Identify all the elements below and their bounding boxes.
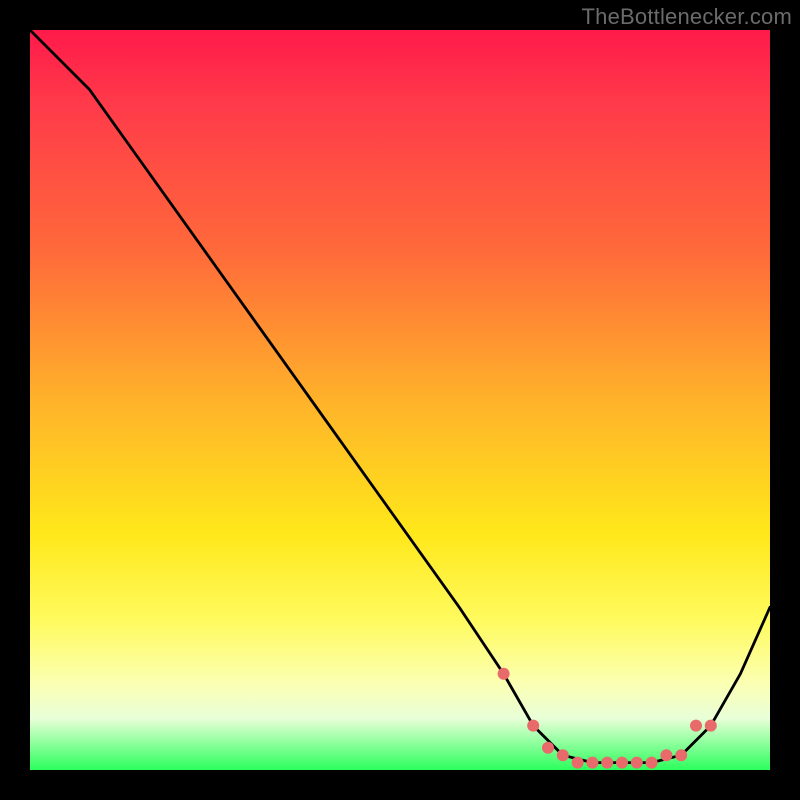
marker-dot xyxy=(601,757,613,769)
marker-dot xyxy=(675,749,687,761)
marker-dot xyxy=(527,720,539,732)
marker-dot xyxy=(616,757,628,769)
marker-dot xyxy=(557,749,569,761)
marker-dot xyxy=(705,720,717,732)
marker-dot xyxy=(660,749,672,761)
chart-stage: TheBottlenecker.com xyxy=(0,0,800,800)
marker-dot xyxy=(646,757,658,769)
plot-area xyxy=(30,30,770,770)
marker-dot xyxy=(586,757,598,769)
chart-svg xyxy=(30,30,770,770)
marker-dot xyxy=(631,757,643,769)
watermark-text: TheBottlenecker.com xyxy=(582,4,792,30)
marker-dot xyxy=(498,668,510,680)
marker-dot xyxy=(542,742,554,754)
bottleneck-curve xyxy=(30,30,770,763)
marker-dot xyxy=(690,720,702,732)
marker-dot xyxy=(572,757,584,769)
